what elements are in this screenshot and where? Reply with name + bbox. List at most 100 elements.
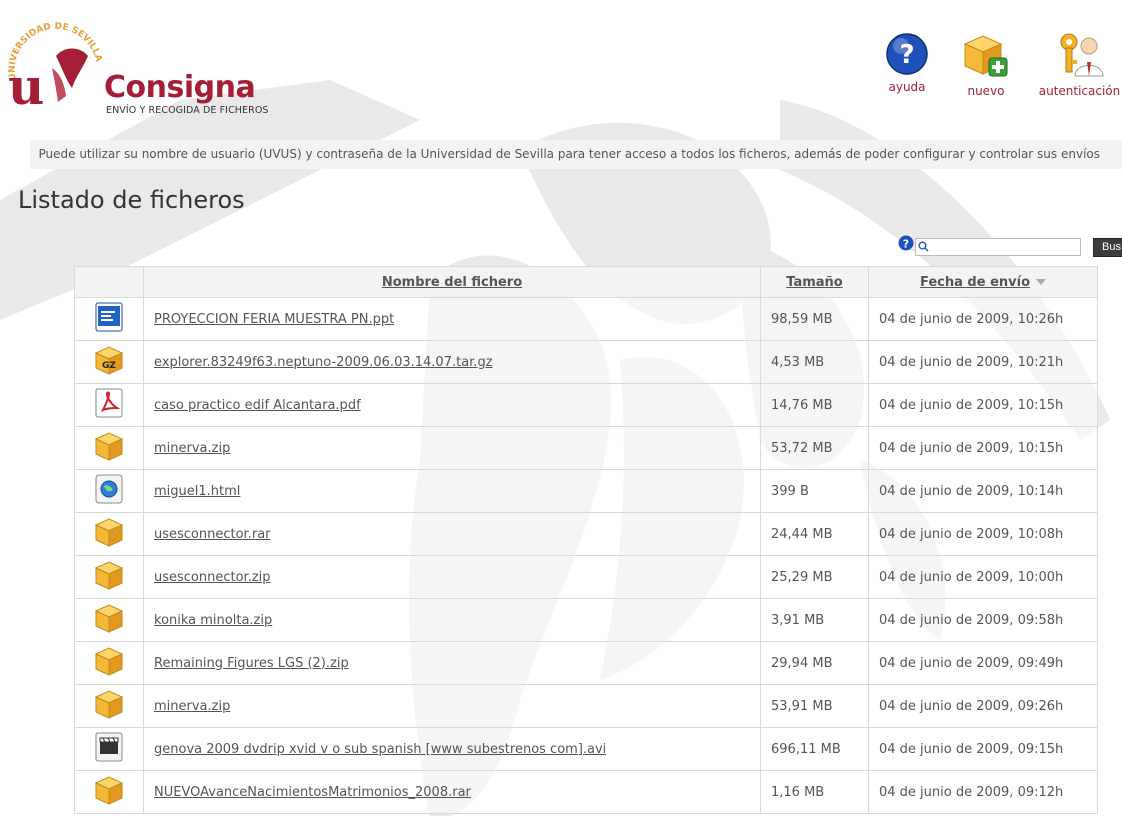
file-icon-cell[interactable] (74, 383, 144, 427)
svg-text:GZ: GZ (102, 361, 116, 371)
header-date[interactable]: Fecha de envío (868, 266, 1098, 298)
logo[interactable]: UNIVERSIDAD DE SEVILLA u Consigna ENVÍO … (0, 14, 280, 116)
file-name-link[interactable]: caso practico edif Alcantara.pdf (154, 398, 361, 413)
file-name-link[interactable]: miguel1.html (154, 484, 240, 499)
archive-box-icon (94, 690, 124, 719)
presentation-icon (95, 302, 123, 332)
file-icon-cell[interactable] (74, 684, 144, 728)
table-row[interactable]: genova 2009 dvdrip xvid v o sub spanish … (74, 727, 1098, 771)
file-icon-cell[interactable] (74, 297, 144, 341)
file-name-link[interactable]: konika minolta.zip (154, 613, 272, 628)
file-name-cell: caso practico edif Alcantara.pdf (143, 383, 761, 427)
keys-user-icon (1060, 33, 1104, 77)
file-date: 04 de junio de 2009, 10:00h (868, 555, 1098, 599)
file-name-link[interactable]: explorer.83249f63.neptuno-2009.06.03.14.… (154, 355, 493, 370)
file-name-link[interactable]: NUEVOAvanceNacimientosMatrimonios_2008.r… (154, 785, 471, 800)
help-button[interactable]: ? ayuda (882, 32, 932, 94)
pdf-icon (95, 388, 123, 418)
site-title: Consigna (104, 70, 256, 105)
file-size: 53,91 MB (760, 684, 869, 728)
file-name-cell: usesconnector.zip (143, 555, 761, 599)
authentication-button[interactable]: autenticación (1037, 32, 1122, 98)
table-row[interactable]: usesconnector.zip 25,29 MB 04 de junio de … (74, 555, 1098, 599)
svg-text:u: u (8, 57, 44, 116)
file-name-cell: miguel1.html (143, 469, 761, 513)
university-seal-icon: UNIVERSIDAD DE SEVILLA u (8, 22, 102, 116)
file-name-cell: explorer.83249f63.neptuno-2009.06.03.14.… (143, 340, 761, 384)
header-size[interactable]: Tamaño (760, 266, 869, 298)
search-button[interactable]: Bus (1093, 238, 1122, 257)
archive-box-icon (94, 647, 124, 676)
new-label: nuevo (967, 84, 1005, 98)
site-subtitle: ENVÍO Y RECOGIDA DE FICHEROS (106, 105, 269, 116)
file-name-link[interactable]: PROYECCION FERIA MUESTRA PN.ppt (154, 312, 394, 327)
table-row[interactable]: usesconnector.rar 24,44 MB 04 de junio de … (74, 512, 1098, 556)
sort-by-name-link[interactable]: Nombre del fichero (382, 275, 522, 290)
file-size: 3,91 MB (760, 598, 869, 642)
file-name-link[interactable]: minerva.zip (154, 699, 230, 714)
table-row[interactable]: minerva.zip 53,72 MB 04 de junio de 2009, … (74, 426, 1098, 470)
file-date: 04 de junio de 2009, 09:26h (868, 684, 1098, 728)
file-icon-cell[interactable] (74, 469, 144, 513)
table-row[interactable]: miguel1.html 399 B 04 de junio de 2009, 10… (74, 469, 1098, 513)
file-icon-cell[interactable] (74, 641, 144, 685)
table-row[interactable]: NUEVOAvanceNacimientosMatrimonios_2008.r… (74, 770, 1098, 814)
new-button[interactable]: nuevo (956, 32, 1016, 98)
header-actions: ? ayuda nuevo autenticación (862, 32, 1122, 102)
file-name-link[interactable]: Remaining Figures LGS (2).zip (154, 656, 349, 671)
file-name-link[interactable]: usesconnector.zip (154, 570, 271, 585)
archive-box-icon (94, 776, 124, 805)
file-icon-cell[interactable] (74, 770, 144, 814)
file-icon-cell[interactable] (74, 555, 144, 599)
file-date: 04 de junio de 2009, 10:15h (868, 383, 1098, 427)
help-icon: ? (886, 33, 928, 75)
file-icon-cell[interactable] (74, 598, 144, 642)
page: UNIVERSIDAD DE SEVILLA u Consigna ENVÍO … (0, 0, 1122, 816)
file-icon-cell[interactable] (74, 512, 144, 556)
table-row[interactable]: caso practico edif Alcantara.pdf 14,76 MB… (74, 383, 1098, 427)
sort-by-date-link[interactable]: Fecha de envío (920, 275, 1030, 290)
file-name-link[interactable]: usesconnector.rar (154, 527, 271, 542)
archive-box-icon (94, 561, 124, 590)
file-size: 14,76 MB (760, 383, 869, 427)
search-icon (918, 241, 929, 252)
file-size: 98,59 MB (760, 297, 869, 341)
file-size: 53,72 MB (760, 426, 869, 470)
help-label: ayuda (888, 80, 926, 94)
file-name-cell: konika minolta.zip (143, 598, 761, 642)
table-row[interactable]: PROYECCION FERIA MUESTRA PN.ppt 98,59 MB 0… (74, 297, 1098, 341)
svg-text:?: ? (903, 238, 909, 251)
header-name[interactable]: Nombre del fichero (143, 266, 761, 298)
file-size: 29,94 MB (760, 641, 869, 685)
file-size: 1,16 MB (760, 770, 869, 814)
file-date: 04 de junio de 2009, 09:49h (868, 641, 1098, 685)
archive-box-icon (94, 604, 124, 633)
table-row[interactable]: Remaining Figures LGS (2).zip 29,94 MB 04 … (74, 641, 1098, 685)
file-icon-cell[interactable] (74, 727, 144, 771)
new-box-icon (963, 35, 1008, 77)
file-icon-cell[interactable] (74, 426, 144, 470)
authentication-label: autenticación (1038, 84, 1121, 98)
video-file-icon (95, 732, 123, 762)
search-input[interactable] (930, 239, 1082, 255)
file-name-cell: genova 2009 dvdrip xvid v o sub spanish … (143, 727, 761, 771)
files-table: Nombre del fichero Tamaño Fecha de envío… (74, 266, 1098, 814)
file-size: 4,53 MB (760, 340, 869, 384)
table-row[interactable]: GZ explorer.83249f63.neptuno-2009.06.03.1… (74, 340, 1098, 384)
file-name-link[interactable]: minerva.zip (154, 441, 230, 456)
svg-text:?: ? (899, 40, 914, 70)
file-name-link[interactable]: genova 2009 dvdrip xvid v o sub spanish … (154, 742, 606, 757)
search-box (915, 238, 1082, 256)
table-row[interactable]: konika minolta.zip 3,91 MB 04 de junio de … (74, 598, 1098, 642)
header-icon-column (74, 266, 144, 298)
file-size: 399 B (760, 469, 869, 513)
info-bar: Puede utilizar su nombre de usuario (UVU… (30, 140, 1122, 169)
file-name-cell: usesconnector.rar (143, 512, 761, 556)
html-file-icon (95, 474, 123, 504)
search-help-icon[interactable]: ? (898, 235, 914, 251)
table-row[interactable]: minerva.zip 53,91 MB 04 de junio de 2009, … (74, 684, 1098, 728)
file-name-cell: NUEVOAvanceNacimientosMatrimonios_2008.r… (143, 770, 761, 814)
sort-by-size-link[interactable]: Tamaño (786, 275, 842, 290)
file-icon-cell[interactable]: GZ (74, 340, 144, 384)
gz-archive-icon: GZ (94, 346, 124, 375)
